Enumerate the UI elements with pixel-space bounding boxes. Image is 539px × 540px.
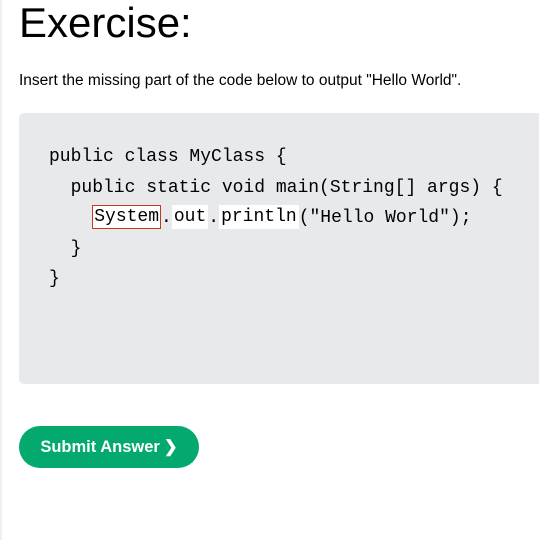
- code-line-1: public class MyClass {: [49, 147, 287, 167]
- code-dot-2: .: [208, 208, 220, 228]
- answer-input-3[interactable]: println: [219, 205, 299, 229]
- code-dot-1: .: [161, 208, 172, 228]
- code-line-2: public static void main(String[] args) {: [49, 177, 503, 198]
- code-panel: public class MyClass { public static voi…: [19, 113, 539, 384]
- exercise-title: Exercise:: [19, 0, 192, 46]
- answer-input-1[interactable]: System: [92, 205, 162, 229]
- submit-answer-label: Submit Answer: [40, 438, 160, 456]
- answer-input-2[interactable]: out: [171, 205, 209, 229]
- code-line-4: }: [49, 238, 82, 259]
- code-line-3-rest: ("Hello World");: [298, 208, 472, 228]
- chevron-right-icon: ❯: [163, 438, 178, 456]
- code-line-3: System. out. println ("Hello World");: [49, 203, 503, 234]
- code-line-5: }: [49, 269, 60, 289]
- page-edge-divider: [0, 0, 2, 540]
- submit-answer-button[interactable]: Submit Answer ❯: [19, 426, 199, 468]
- code-block: public class MyClass { public static voi…: [49, 142, 503, 295]
- exercise-page: Exercise: Insert the missing part of the…: [0, 0, 539, 540]
- exercise-instruction: Insert the missing part of the code belo…: [19, 72, 462, 89]
